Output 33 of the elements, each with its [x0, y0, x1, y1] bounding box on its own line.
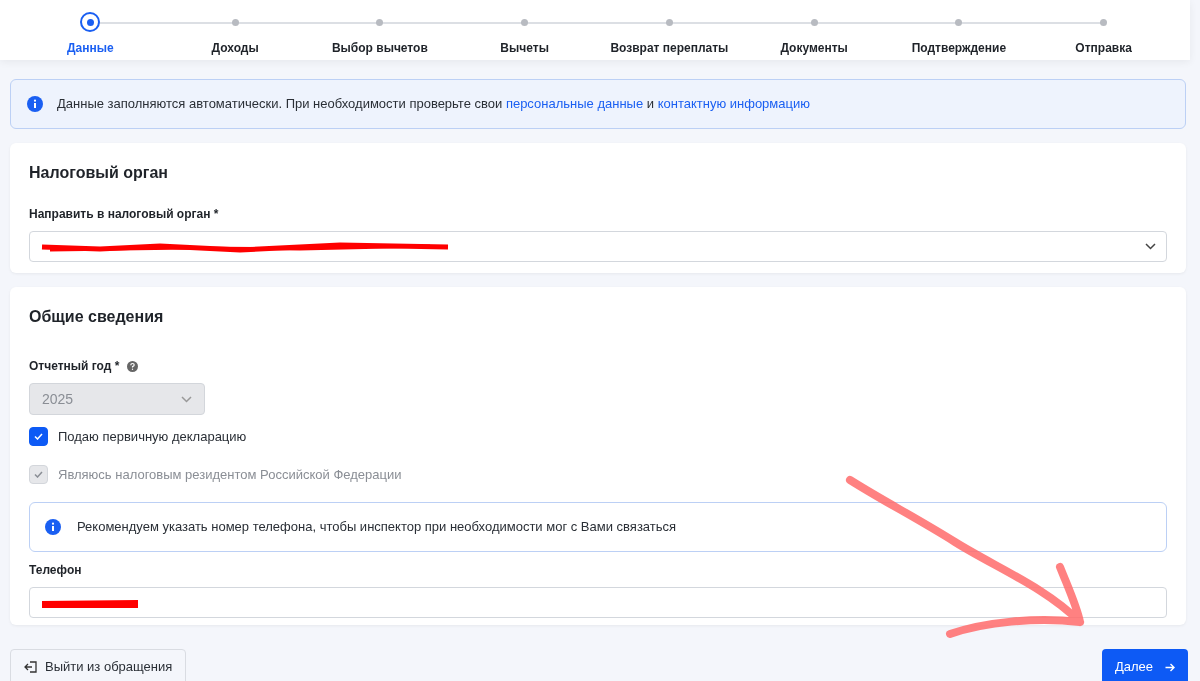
section-title: Налоговый орган: [29, 163, 169, 183]
step-label[interactable]: Доходы: [211, 39, 259, 57]
exit-icon: [24, 661, 37, 673]
help-icon: [127, 360, 139, 372]
link[interactable]: контактную информацию: [657, 96, 810, 112]
info-icon: [45, 519, 61, 535]
checkbox[interactable]: [29, 427, 48, 447]
check-icon: [34, 433, 43, 441]
notice-text: Данные заполняются автоматически. При необходимости проверьте свои персональные данные и контактную информацию: [57, 95, 810, 114]
exit-button[interactable]: Выйти из обращения: [10, 649, 187, 681]
check-icon: [34, 470, 43, 478]
step-label[interactable]: Вычеты: [500, 39, 549, 57]
field-label: Отчетный год *: [29, 358, 120, 375]
field-label: Телефон: [29, 562, 83, 579]
chevron-down-icon: [1145, 243, 1156, 250]
step-label[interactable]: Выбор вычетов: [331, 39, 428, 57]
checkbox-label: Подаю первичную декларацию: [58, 428, 247, 446]
hint-text: Рекомендуем указать номер телефона, чтобы инспектор при необходимости мог с Вами связаться: [77, 518, 677, 537]
arrow-right-icon: [1165, 662, 1175, 672]
checkbox-label: Являюсь налоговым резидентом Российской Федерации: [58, 465, 402, 484]
step-label[interactable]: Отправка: [1075, 39, 1132, 57]
link[interactable]: персональные данные: [505, 96, 644, 112]
field-label: Направить в налоговый орган *: [29, 206, 220, 223]
info-icon: [27, 96, 43, 112]
next-button[interactable]: Далее: [1101, 649, 1188, 681]
phone-field[interactable]: [29, 587, 1167, 618]
step-label[interactable]: Возврат переплаты: [610, 39, 729, 57]
step-label[interactable]: Документы: [780, 39, 848, 57]
chevron-down-icon: [181, 395, 192, 403]
step-label[interactable]: Подтверждение: [911, 39, 1007, 57]
section-title: Общие сведения: [29, 307, 165, 327]
tax-office-select[interactable]: [29, 231, 1167, 262]
step-label[interactable]: Данные: [67, 39, 114, 57]
